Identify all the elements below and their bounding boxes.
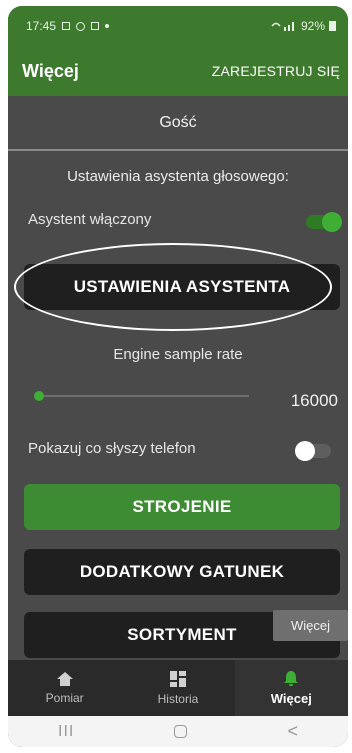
tuning-button[interactable]: STROJENIE — [24, 484, 340, 530]
app-notification-icon — [91, 22, 100, 30]
divider — [8, 149, 348, 151]
nav-label: Historia — [157, 691, 199, 706]
assistant-enabled-toggle[interactable] — [306, 212, 342, 232]
home-icon — [56, 671, 73, 686]
back-button[interactable]: < — [287, 721, 298, 742]
status-left: 17:45 — [26, 19, 110, 33]
extra-species-button[interactable]: DODATKOWY GATUNEK — [24, 549, 340, 595]
bottom-nav: Pomiar Historia Więcej — [8, 660, 348, 716]
bell-icon — [284, 671, 299, 686]
image-notification-icon — [62, 22, 71, 30]
sample-rate-slider[interactable] — [39, 395, 249, 397]
show-hearing-toggle[interactable] — [295, 441, 331, 461]
tooltip: Więcej — [273, 610, 348, 641]
more-notifications-icon — [105, 24, 110, 28]
nav-label: Pomiar — [45, 690, 84, 705]
grid-icon — [169, 670, 186, 687]
voice-settings-title: Ustawienia asystenta głosowego: — [67, 168, 289, 185]
engine-sample-rate-label: Engine sample rate — [113, 346, 243, 363]
sample-rate-slider-thumb[interactable] — [34, 391, 44, 401]
register-button[interactable]: ZAREJESTRUJ SIĘ — [212, 63, 340, 79]
toggle-knob — [322, 212, 342, 232]
assistant-enabled-label: Asystent włączony — [28, 211, 152, 228]
page-title: Więcej — [22, 60, 79, 81]
home-button[interactable] — [174, 725, 188, 738]
nav-label: Więcej — [270, 691, 312, 706]
sample-rate-value: 16000 — [290, 391, 338, 410]
battery-percent: 92% — [300, 19, 325, 33]
recent-apps-button[interactable]: III — [58, 723, 74, 741]
nav-item-historia[interactable]: Historia — [121, 660, 234, 716]
user-name: Gość — [159, 114, 197, 131]
app-bar: Więcej ZAREJESTRUJ SIĘ — [8, 46, 348, 96]
phone-screen: 17:45 92% Więcej ZAREJESTRUJ SIĘ Gość Us… — [8, 6, 348, 747]
status-bar: 17:45 92% — [8, 6, 348, 46]
battery-icon — [329, 21, 336, 31]
circle-notification-icon — [76, 21, 86, 31]
nav-item-pomiar[interactable]: Pomiar — [8, 660, 121, 716]
show-hearing-label: Pokazuj co słyszy telefon — [28, 440, 196, 457]
status-time: 17:45 — [26, 19, 57, 33]
signal-icon — [271, 22, 294, 31]
toggle-knob — [295, 441, 315, 461]
system-nav-bar: III < — [8, 716, 348, 747]
status-right: 92% — [271, 19, 336, 33]
assistant-settings-button[interactable]: USTAWIENIA ASYSTENTA — [24, 264, 340, 310]
nav-item-wiecej[interactable]: Więcej — [234, 660, 348, 716]
